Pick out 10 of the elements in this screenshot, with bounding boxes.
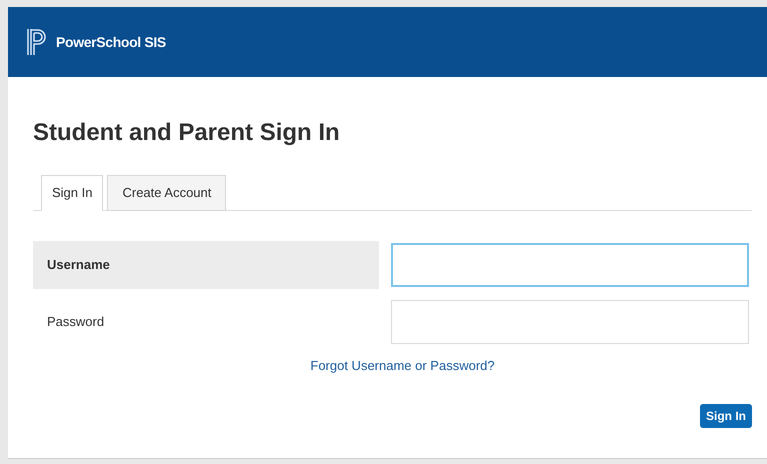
- forgot-link[interactable]: Forgot Username or Password?: [310, 356, 495, 376]
- logo-icon: [26, 27, 48, 57]
- input-field[interactable]: [391, 243, 749, 287]
- page-title: Student and Parent Sign In: [33, 118, 341, 148]
- sign-in-button[interactable]: Sign In: [700, 404, 752, 428]
- field-label: Username: [33, 241, 379, 289]
- input-field[interactable]: [391, 300, 749, 344]
- tab[interactable]: Create Account: [107, 175, 226, 211]
- brand-name: PowerSchool SIS: [56, 32, 166, 52]
- tab[interactable]: Sign In: [41, 175, 104, 211]
